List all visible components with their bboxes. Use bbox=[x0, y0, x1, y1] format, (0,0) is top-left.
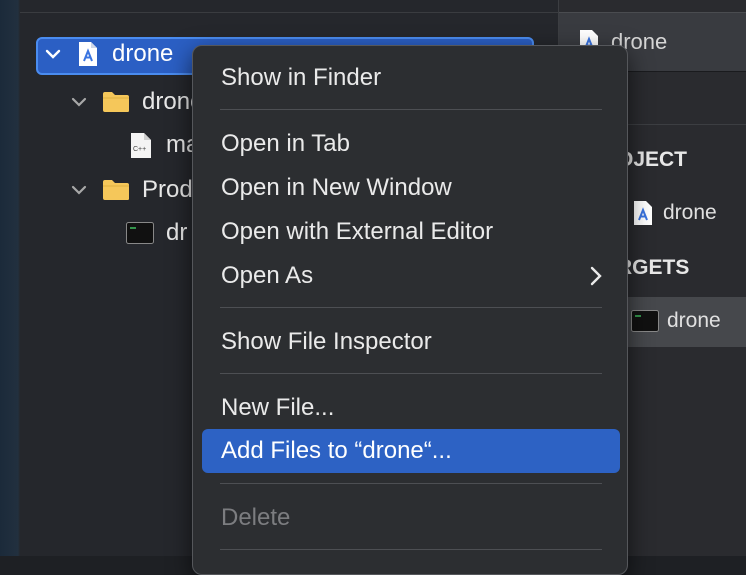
target-list-item[interactable]: drone bbox=[631, 309, 721, 333]
chevron-right-icon bbox=[590, 266, 602, 286]
menu-separator bbox=[220, 483, 602, 484]
menu-item-open-in-tab[interactable]: Open in Tab bbox=[202, 122, 620, 166]
svg-text:C++: C++ bbox=[133, 146, 146, 153]
tree-row-folder-products[interactable]: Prod bbox=[70, 176, 193, 204]
menu-item-add-files[interactable]: Add Files to “drone“... bbox=[202, 429, 620, 473]
folder-icon bbox=[103, 92, 129, 112]
tree-row-folder-drone[interactable]: drone bbox=[70, 88, 203, 116]
xcode-project-icon bbox=[79, 42, 97, 66]
menu-item-show-in-finder[interactable]: Show in Finder bbox=[202, 56, 620, 100]
targets-section-header: RGETS bbox=[617, 256, 690, 279]
menu-separator bbox=[220, 549, 602, 550]
xcode-project-icon bbox=[634, 201, 652, 225]
tree-label-product: dr bbox=[166, 219, 188, 246]
terminal-executable-icon bbox=[126, 222, 154, 244]
tree-label-project: drone bbox=[112, 40, 174, 67]
chevron-down-icon[interactable] bbox=[70, 181, 88, 199]
menu-separator bbox=[220, 373, 602, 374]
menu-item-open-as[interactable]: Open As bbox=[202, 254, 620, 298]
menu-separator bbox=[220, 109, 602, 110]
cpp-file-icon: C++ bbox=[131, 132, 151, 158]
menu-item-new-file[interactable]: New File... bbox=[202, 386, 620, 430]
terminal-executable-icon bbox=[631, 310, 659, 332]
tree-row-project[interactable]: drone bbox=[44, 40, 173, 68]
context-menu: Show in Finder Open in Tab Open in New W… bbox=[192, 45, 628, 575]
menu-item-open-as-label: Open As bbox=[221, 262, 314, 289]
project-item-label: drone bbox=[663, 201, 717, 224]
navigator-top-border bbox=[20, 0, 558, 13]
menu-separator bbox=[220, 307, 602, 308]
menu-item-open-with-external-editor[interactable]: Open with External Editor bbox=[202, 210, 620, 254]
tree-row-file-main[interactable]: C++ ma bbox=[130, 131, 199, 159]
menu-item-delete: Delete bbox=[221, 504, 291, 531]
project-section-header: OJECT bbox=[617, 148, 688, 171]
target-item-label: drone bbox=[667, 309, 721, 332]
folder-icon bbox=[103, 180, 129, 200]
tree-label-folder-products: Prod bbox=[142, 176, 193, 203]
menu-item-show-file-inspector[interactable]: Show File Inspector bbox=[202, 320, 620, 364]
menu-item-open-in-new-window[interactable]: Open in New Window bbox=[202, 166, 620, 210]
tree-row-product[interactable]: dr bbox=[126, 219, 187, 247]
project-list-item[interactable]: drone bbox=[631, 200, 717, 226]
chevron-down-icon[interactable] bbox=[70, 93, 88, 111]
chevron-down-icon[interactable] bbox=[44, 45, 62, 63]
